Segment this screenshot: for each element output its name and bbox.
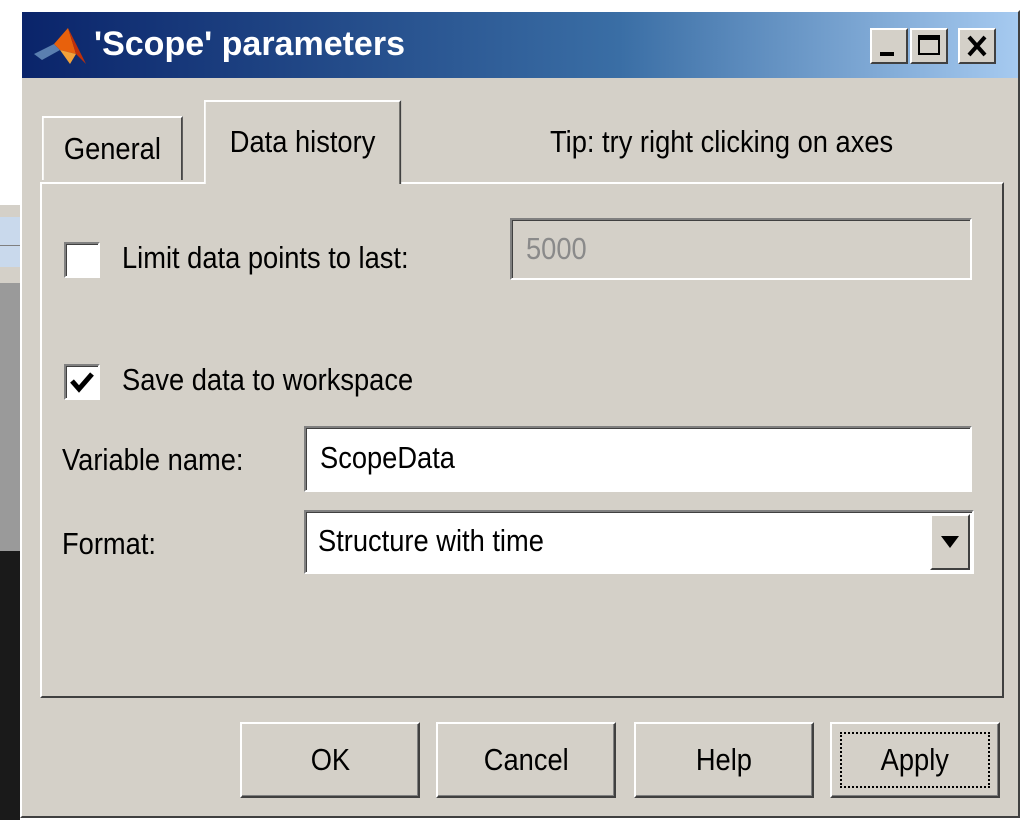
- help-button[interactable]: Help: [634, 722, 814, 798]
- checkmark-icon: [70, 372, 94, 393]
- dropdown-button[interactable]: [930, 514, 970, 570]
- help-button-label: Help: [695, 742, 753, 777]
- scope-parameters-dialog: 'Scope' parameters General Data history …: [20, 10, 1020, 818]
- cancel-button[interactable]: Cancel: [436, 722, 616, 798]
- ok-button[interactable]: OK: [240, 722, 420, 798]
- format-select[interactable]: Structure with time: [304, 510, 974, 574]
- cancel-button-label: Cancel: [483, 742, 569, 777]
- background-panel: [0, 283, 20, 551]
- tab-data-history[interactable]: Data history: [204, 100, 402, 184]
- ok-button-label: OK: [310, 742, 350, 777]
- variable-name-label: Variable name:: [62, 442, 244, 477]
- minimize-icon: [880, 52, 894, 56]
- background-toolbar: [0, 217, 20, 267]
- format-selected-value: Structure with time: [318, 523, 544, 558]
- background-scope-axes: [0, 551, 20, 820]
- minimize-button[interactable]: [870, 28, 908, 64]
- close-button[interactable]: [958, 28, 996, 64]
- format-label: Format:: [62, 526, 156, 561]
- chevron-down-icon: [941, 536, 959, 548]
- tab-general[interactable]: General: [42, 116, 183, 180]
- tip-text: Tip: try right clicking on axes: [550, 124, 894, 159]
- limit-data-points-input[interactable]: 5000: [510, 218, 972, 280]
- apply-button-label: Apply: [880, 742, 950, 777]
- save-to-workspace-label: Save data to workspace: [122, 362, 414, 397]
- window-title: 'Scope' parameters: [94, 25, 405, 63]
- maximize-icon: [918, 35, 940, 55]
- save-to-workspace-checkbox[interactable]: [64, 364, 100, 400]
- background-divider: [0, 245, 20, 246]
- data-history-panel: Limit data points to last: 5000 Save dat…: [40, 182, 1004, 698]
- close-icon: [967, 35, 987, 57]
- variable-name-input[interactable]: ScopeData: [304, 426, 972, 492]
- variable-name-value: ScopeData: [320, 440, 455, 475]
- background-window-strip: [0, 205, 20, 820]
- limit-data-points-label: Limit data points to last:: [122, 240, 409, 275]
- maximize-button[interactable]: [910, 28, 948, 64]
- matlab-logo-icon: [34, 28, 86, 64]
- limit-data-points-value: 5000: [526, 231, 587, 266]
- title-bar[interactable]: 'Scope' parameters: [22, 12, 1018, 78]
- apply-button[interactable]: Apply: [830, 722, 1000, 798]
- limit-data-points-checkbox[interactable]: [64, 242, 100, 278]
